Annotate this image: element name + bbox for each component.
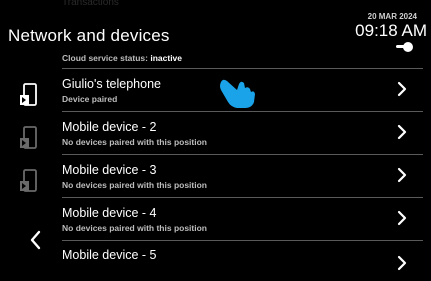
- device-row-3[interactable]: Mobile device - 3 No devices paired with…: [0, 155, 431, 195]
- device-status: No devices paired with this position: [62, 137, 207, 147]
- phone-icon: [20, 169, 37, 192]
- phone-icon: [20, 126, 37, 149]
- hand-pointer-icon: [220, 79, 255, 108]
- device-status: No devices paired with this position: [62, 223, 207, 233]
- device-name: Mobile device - 4: [62, 206, 157, 220]
- device-name: Mobile device - 3: [62, 163, 157, 177]
- device-status: No devices paired with this position: [62, 180, 207, 190]
- theme-toggle[interactable]: [396, 42, 422, 52]
- date-display: 20 MAR 2024: [367, 12, 417, 21]
- chevron-right-icon[interactable]: [395, 81, 409, 97]
- back-button[interactable]: [28, 230, 44, 250]
- page-title: Network and devices: [8, 26, 170, 45]
- chevron-right-icon[interactable]: [395, 167, 409, 183]
- cloud-status-value: inactive: [150, 53, 183, 63]
- clock-display: 09:18 AM: [355, 21, 427, 40]
- previous-screen-ghost-text: Transactions: [62, 0, 119, 8]
- device-status: Device paired: [62, 94, 118, 104]
- cloud-status-label: Cloud service status:: [62, 53, 148, 63]
- device-name: Giulio's telephone: [62, 77, 161, 91]
- cloud-status: Cloud service status: inactive: [62, 53, 182, 63]
- chevron-right-icon[interactable]: [395, 124, 409, 140]
- chevron-right-icon[interactable]: [395, 210, 409, 226]
- device-row-4[interactable]: Mobile device - 4 No devices paired with…: [0, 198, 431, 238]
- phone-icon: [20, 83, 37, 106]
- toggle-knob: [403, 42, 413, 52]
- device-row-2[interactable]: Mobile device - 2 No devices paired with…: [0, 112, 431, 152]
- chevron-right-icon[interactable]: [395, 255, 409, 271]
- device-row-5[interactable]: Mobile device - 5: [0, 241, 431, 281]
- device-name: Mobile device - 2: [62, 120, 157, 134]
- device-row-1[interactable]: Giulio's telephone Device paired: [0, 69, 431, 109]
